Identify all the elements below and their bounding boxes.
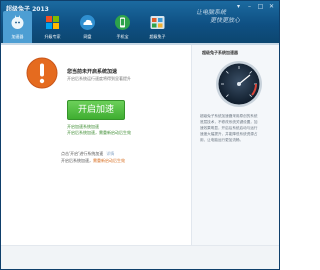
nav-label-phone: 手机宝 [116, 34, 129, 39]
nav-item-phone[interactable]: 手机宝 [108, 11, 137, 43]
app-window: 超级兔子 2013 让电脑系统 更快更放心 ▾ – □ ✕ 加速器 升级专家 网… [0, 0, 280, 270]
windows-logo-icon [44, 14, 61, 31]
warning-title: 您当前未开启系统加速 [67, 69, 118, 75]
close-button[interactable]: ✕ [267, 3, 276, 11]
speedup-note-2: 开启后系统加速，需重新启动后生效 [67, 130, 131, 135]
enable-speedup-button[interactable]: 开启加速 [67, 100, 125, 120]
phone-icon [114, 14, 131, 31]
desc-line: 用，让电脑运行更加流畅。 [200, 138, 244, 142]
nav-item-upgrade[interactable]: 升级专家 [38, 11, 67, 43]
nav-item-rabbit[interactable]: 超级兔子 [143, 11, 172, 43]
minimize-button[interactable]: – [245, 3, 254, 11]
hint-line-1: 点击'开启'进行系统加速 详情 [61, 151, 114, 157]
nav-label-rabbit: 超级兔子 [149, 34, 166, 39]
apps-icon [149, 14, 166, 31]
cloud-icon [79, 14, 96, 31]
titlebar: 超级兔子 2013 让电脑系统 更快更放心 ▾ – □ ✕ 加速器 升级专家 网… [1, 1, 279, 43]
hint-line-2: 开启后系统加速，需重新启动后生效 [61, 158, 125, 164]
panel-description: 超级兔子系统加速器采用原创的系统 底层技术，不修改系统关键设置，加 速效果明显，… [200, 113, 274, 143]
accelerator-main: 您当前未开启系统加速 开启后系统运行速度将得到显著提升 开启加速 开启加速系统加… [1, 45, 191, 245]
panel-title: 超级兔子系统加速器 [202, 50, 238, 55]
rabbit-speed-icon [9, 14, 26, 31]
maximize-button[interactable]: □ [256, 3, 265, 11]
window-controls: ▾ – □ ✕ [234, 3, 276, 11]
warning-icon [26, 57, 58, 89]
details-link[interactable]: 详情 [106, 151, 114, 156]
nav-item-netdisk[interactable]: 网盘 [73, 11, 102, 43]
nav-label-accelerator: 加速器 [11, 34, 24, 39]
slogan-line-2: 更快更放心 [210, 17, 241, 24]
speedometer-icon [214, 59, 264, 109]
nav-label-upgrade: 升级专家 [44, 34, 61, 39]
nav-item-accelerator[interactable]: 加速器 [3, 11, 32, 43]
slogan: 让电脑系统 更快更放心 [196, 9, 240, 25]
nav-label-netdisk: 网盘 [83, 34, 92, 39]
warning-subtitle: 开启后系统运行速度将得到显著提升 [67, 76, 131, 81]
restart-warning: 需重新启动后生效 [93, 158, 125, 163]
slogan-line-1: 让电脑系统 [196, 9, 227, 16]
status-footer [1, 245, 279, 269]
hint-text-1: 点击'开启'进行系统加速 [61, 151, 104, 156]
main-nav: 加速器 升级专家 网盘 手机宝 超级兔子 [1, 11, 172, 43]
hint-text-2: 开启后系统加速， [61, 158, 93, 163]
side-panel: 超级兔子系统加速器 超级兔子系统加速器采用原创的系统 底层技术，不修改系统关键设… [191, 45, 279, 245]
menu-button[interactable]: ▾ [234, 3, 243, 11]
